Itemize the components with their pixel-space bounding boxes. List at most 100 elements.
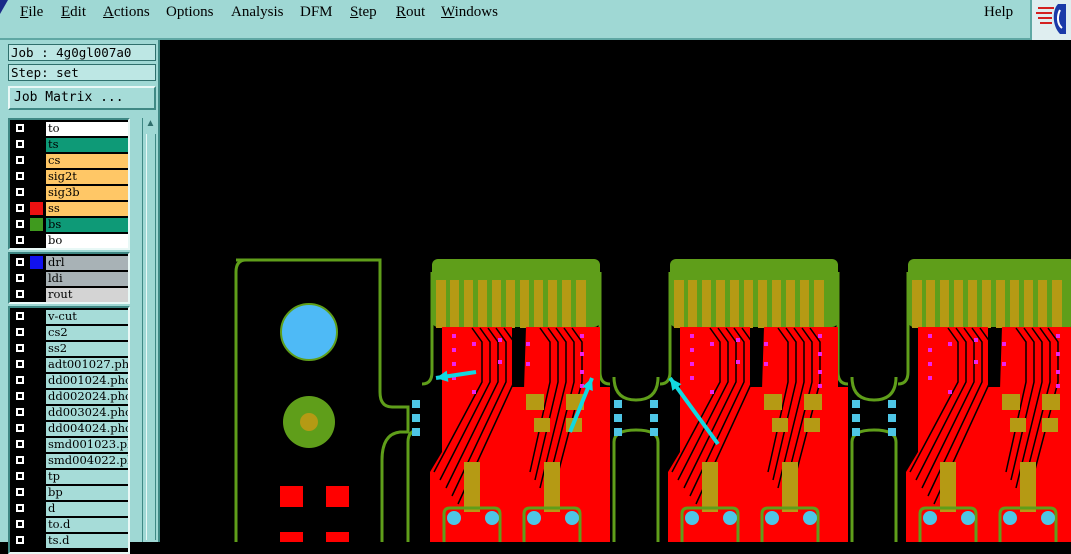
layer-row-to-d[interactable]: to.d [12, 518, 128, 532]
layer-row-ss[interactable]: ss [12, 202, 128, 216]
layer-row-cs2[interactable]: cs2 [12, 326, 128, 340]
layer-name[interactable]: tp [46, 470, 128, 484]
layer-name[interactable]: bo [46, 234, 128, 248]
layer-name[interactable]: smd004022.pho [46, 454, 128, 468]
layer-row-d[interactable]: d [12, 502, 128, 516]
layer-checkbox[interactable] [15, 155, 25, 165]
layer-checkbox[interactable] [15, 503, 25, 513]
layer-color-swatch[interactable] [30, 170, 43, 183]
layer-checkbox[interactable] [15, 273, 25, 283]
layer-name[interactable]: ts [46, 138, 128, 152]
layer-color-swatch[interactable] [30, 310, 43, 323]
layer-checkbox[interactable] [15, 535, 25, 545]
scroll-up-arrow-icon[interactable]: ▲ [144, 118, 157, 132]
layer-name[interactable]: ldi [46, 272, 128, 286]
layer-checkbox[interactable] [15, 471, 25, 481]
layer-color-swatch[interactable] [30, 438, 43, 451]
layer-name[interactable]: dd003024.pho [46, 406, 128, 420]
layer-name[interactable]: cs2 [46, 326, 128, 340]
menu-windows[interactable]: Windows [441, 4, 498, 21]
layer-checkbox[interactable] [15, 203, 25, 213]
layer-color-swatch[interactable] [30, 122, 43, 135]
layer-color-swatch[interactable] [30, 342, 43, 355]
layer-color-swatch[interactable] [30, 288, 43, 301]
layer-name[interactable]: bs [46, 218, 128, 232]
layer-color-swatch[interactable] [30, 518, 43, 531]
layer-row-v-cut[interactable]: v-cut [12, 310, 128, 324]
menu-step[interactable]: Step [350, 4, 377, 21]
layer-name[interactable]: drl [46, 256, 128, 270]
layer-checkbox[interactable] [15, 423, 25, 433]
layer-checkbox[interactable] [15, 407, 25, 417]
layer-name[interactable]: dd002024.pho [46, 390, 128, 404]
menu-help[interactable]: Help [984, 4, 1013, 21]
layer-name[interactable]: bp [46, 486, 128, 500]
layer-row-tp[interactable]: tp [12, 470, 128, 484]
layer-color-swatch[interactable] [30, 326, 43, 339]
menu-dfm[interactable]: DFM [300, 4, 333, 21]
layer-name[interactable]: d [46, 502, 128, 516]
layer-row-ts-d[interactable]: ts.d [12, 534, 128, 548]
layer-color-swatch[interactable] [30, 502, 43, 515]
layer-color-swatch[interactable] [30, 470, 43, 483]
layer-row-ldi[interactable]: ldi [12, 272, 128, 286]
menu-file[interactable]: File [20, 4, 43, 21]
layer-name[interactable]: rout [46, 288, 128, 302]
layer-name[interactable]: ss [46, 202, 128, 216]
layer-checkbox[interactable] [15, 391, 25, 401]
scroll-track[interactable] [146, 134, 156, 540]
layer-row-sig3b[interactable]: sig3b [12, 186, 128, 200]
layer-checkbox[interactable] [15, 187, 25, 197]
layer-checkbox[interactable] [15, 343, 25, 353]
layer-color-swatch[interactable] [30, 186, 43, 199]
layer-row-dd004024-pho[interactable]: dd004024.pho [12, 422, 128, 436]
layer-color-swatch[interactable] [30, 154, 43, 167]
layer-checkbox[interactable] [15, 375, 25, 385]
layer-checkbox[interactable] [15, 487, 25, 497]
layer-name[interactable]: cs [46, 154, 128, 168]
layer-color-swatch[interactable] [30, 534, 43, 547]
layer-name[interactable]: dd001024.pho [46, 374, 128, 388]
layer-name[interactable]: ts.d [46, 534, 128, 548]
layer-name[interactable]: to.d [46, 518, 128, 532]
layer-color-swatch[interactable] [30, 138, 43, 151]
layer-checkbox[interactable] [15, 123, 25, 133]
layer-row-cs[interactable]: cs [12, 154, 128, 168]
job-matrix-button[interactable]: Job Matrix ... [8, 86, 156, 110]
layer-checkbox[interactable] [15, 139, 25, 149]
layer-row-dd003024-pho[interactable]: dd003024.pho [12, 406, 128, 420]
layer-name[interactable]: to [46, 122, 128, 136]
menu-edit[interactable]: Edit [61, 4, 86, 21]
menu-actions[interactable]: Actions [103, 4, 150, 21]
layer-checkbox[interactable] [15, 257, 25, 267]
layer-checkbox[interactable] [15, 455, 25, 465]
layer-name[interactable]: sig3b [46, 186, 128, 200]
layer-row-bo[interactable]: bo [12, 234, 128, 248]
layer-color-swatch[interactable] [30, 374, 43, 387]
layer-row-drl[interactable]: drl [12, 256, 128, 270]
layer-color-swatch[interactable] [30, 406, 43, 419]
menu-analysis[interactable]: Analysis [231, 4, 284, 21]
layer-color-swatch[interactable] [30, 256, 43, 269]
layer-row-bs[interactable]: bs [12, 218, 128, 232]
layer-row-dd001024-pho[interactable]: dd001024.pho [12, 374, 128, 388]
layer-name[interactable]: adt001027.pho [46, 358, 128, 372]
layer-color-swatch[interactable] [30, 390, 43, 403]
layer-color-swatch[interactable] [30, 234, 43, 247]
layer-name[interactable]: sig2t [46, 170, 128, 184]
layer-row-adt001027-pho[interactable]: adt001027.pho [12, 358, 128, 372]
layer-row-sig2t[interactable]: sig2t [12, 170, 128, 184]
layer-name[interactable]: smd001023.pho [46, 438, 128, 452]
layer-checkbox[interactable] [15, 311, 25, 321]
layer-name[interactable]: v-cut [46, 310, 128, 324]
layer-checkbox[interactable] [15, 519, 25, 529]
layer-row-rout[interactable]: rout [12, 288, 128, 302]
layer-name[interactable]: dd004024.pho [46, 422, 128, 436]
layer-checkbox[interactable] [15, 439, 25, 449]
layer-checkbox[interactable] [15, 171, 25, 181]
layer-color-swatch[interactable] [30, 358, 43, 371]
layer-checkbox[interactable] [15, 359, 25, 369]
layer-color-swatch[interactable] [30, 422, 43, 435]
menu-rout[interactable]: Rout [396, 4, 425, 21]
layer-checkbox[interactable] [15, 219, 25, 229]
